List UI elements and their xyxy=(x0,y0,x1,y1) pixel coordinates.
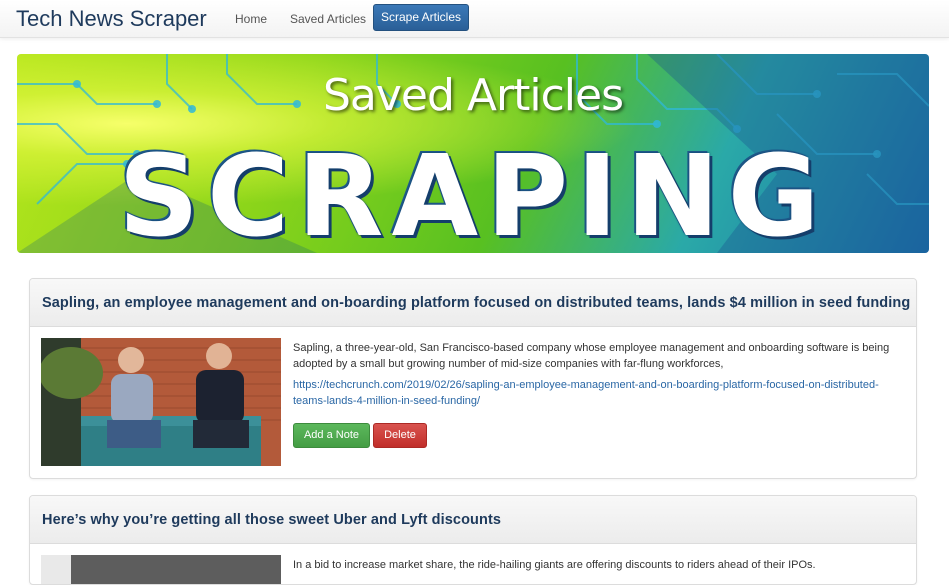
article-card: Sapling, an employee management and on-b… xyxy=(29,278,917,479)
article-title[interactable]: Here’s why you’re getting all those swee… xyxy=(42,496,904,544)
banner-scraping-word: SCRAPING xyxy=(118,132,828,253)
article-header: Sapling, an employee management and on-b… xyxy=(30,279,916,327)
article-title[interactable]: Sapling, an employee management and on-b… xyxy=(42,279,910,327)
article-header: Here’s why you’re getting all those swee… xyxy=(30,496,916,544)
banner-title: Saved Articles xyxy=(323,70,624,121)
nav-home-link[interactable]: Home xyxy=(235,12,267,26)
delete-button[interactable]: Delete xyxy=(373,423,427,448)
nav-saved-articles-link[interactable]: Saved Articles xyxy=(290,12,366,26)
article-summary: Sapling, a three-year-old, San Francisco… xyxy=(293,342,890,370)
article-summary: In a bid to increase market share, the r… xyxy=(293,559,816,571)
article-link[interactable]: https://techcrunch.com/2019/02/26/saplin… xyxy=(293,377,905,409)
article-image xyxy=(41,555,281,584)
article-card: Here’s why you’re getting all those swee… xyxy=(29,495,917,585)
hero-banner: Saved Articles SCRAPING xyxy=(17,54,929,253)
article-image xyxy=(41,338,281,466)
add-note-button[interactable]: Add a Note xyxy=(293,423,370,448)
brand-title[interactable]: Tech News Scraper xyxy=(16,6,207,32)
navbar: Tech News Scraper Home Saved Articles Sc… xyxy=(0,0,949,38)
scrape-articles-button[interactable]: Scrape Articles xyxy=(373,4,469,31)
